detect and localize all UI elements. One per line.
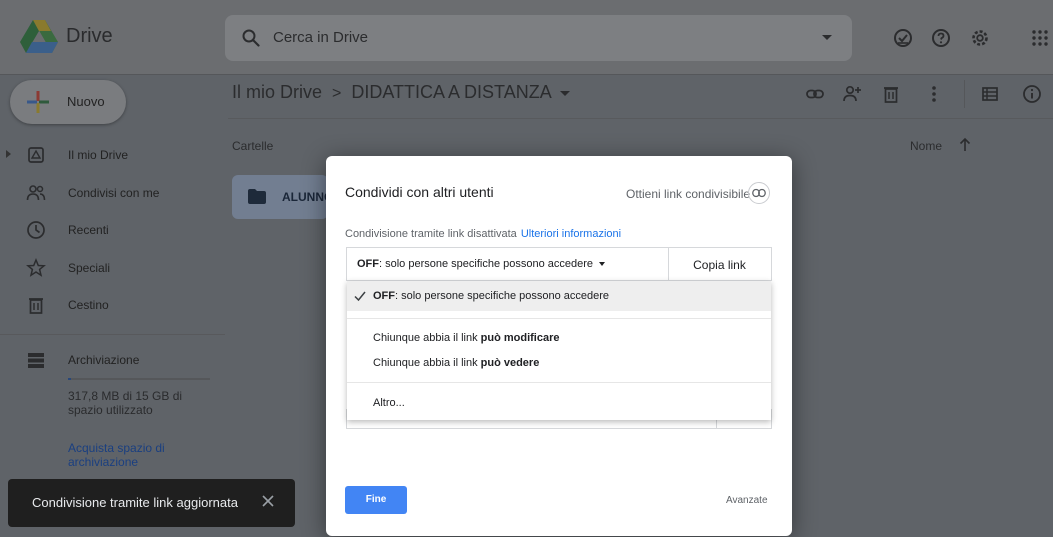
toolbar-divider bbox=[964, 80, 965, 108]
done-button[interactable]: Fine bbox=[345, 486, 407, 514]
top-bar: Drive Cerca in Drive bbox=[0, 0, 1053, 75]
breadcrumb-caret-icon[interactable] bbox=[559, 90, 570, 96]
folder-item[interactable]: ALUNNO bbox=[232, 175, 333, 219]
sidebar-item-recent[interactable]: Recenti bbox=[0, 213, 225, 247]
breadcrumb-current[interactable]: DIDATTICA A DISTANZA bbox=[351, 82, 551, 102]
menu-item-off[interactable]: OFF: solo persone specifiche possono acc… bbox=[347, 281, 771, 311]
menu-divider bbox=[347, 382, 771, 383]
snackbar-toast: Condivisione tramite link aggiornata bbox=[8, 479, 295, 527]
link-access-selected-rest: : solo persone specifiche possono accede… bbox=[379, 258, 594, 270]
drive-page: Drive Cerca in Drive Nuovo Il mio Drive … bbox=[0, 0, 1053, 537]
menu-item-off-rest: : solo persone specifiche possono accede… bbox=[395, 290, 610, 302]
menu-item-anyone-can-edit[interactable]: Chiunque abbia il link può modificare bbox=[347, 326, 771, 352]
sort-ascending-arrow-icon[interactable] bbox=[958, 136, 972, 152]
sidebar-item-shared-with-me[interactable]: Condivisi con me bbox=[0, 176, 225, 210]
sidebar-item-my-drive[interactable]: Il mio Drive bbox=[0, 138, 225, 172]
my-drive-icon bbox=[28, 147, 44, 163]
list-view-icon[interactable] bbox=[980, 84, 1000, 104]
plus-icon bbox=[27, 91, 49, 113]
breadcrumb-root[interactable]: Il mio Drive bbox=[232, 82, 322, 102]
sort-by-name[interactable]: Nome bbox=[910, 139, 942, 153]
link-access-menu: OFF: solo persone specifiche possono acc… bbox=[347, 281, 771, 420]
new-button-label: Nuovo bbox=[67, 94, 105, 109]
search-placeholder[interactable]: Cerca in Drive bbox=[273, 29, 368, 46]
storage-usage-bar bbox=[68, 378, 210, 380]
breadcrumb: Il mio Drive > DIDATTICA A DISTANZA bbox=[232, 82, 570, 103]
star-icon bbox=[26, 258, 46, 277]
menu-item-view-prefix: Chiunque abbia il link bbox=[373, 357, 481, 369]
link-icon[interactable] bbox=[805, 84, 825, 104]
copy-link-label: Copia link bbox=[693, 258, 746, 272]
storage-label: Archiviazione bbox=[68, 353, 140, 367]
clock-icon bbox=[27, 221, 45, 239]
search-icon[interactable] bbox=[241, 28, 261, 48]
more-info-link[interactable]: Ulteriori informazioni bbox=[521, 228, 621, 240]
menu-divider bbox=[347, 318, 771, 319]
offline-check-icon[interactable] bbox=[893, 28, 913, 48]
shared-people-icon bbox=[26, 185, 46, 201]
sidebar-item-trash[interactable]: Cestino bbox=[0, 288, 225, 322]
link-access-dropdown[interactable]: OFF: solo persone specifiche possono acc… bbox=[347, 248, 669, 280]
header-separator bbox=[228, 118, 1053, 119]
get-link-button[interactable] bbox=[748, 182, 770, 204]
link-sharing-status: Condivisione tramite link disattivata Ult… bbox=[345, 228, 621, 240]
folder-icon bbox=[248, 189, 266, 204]
sidebar-item-label: Recenti bbox=[68, 223, 109, 237]
sidebar-item-label: Cestino bbox=[68, 298, 109, 312]
expand-arrow-icon[interactable] bbox=[6, 150, 11, 158]
more-vert-icon[interactable] bbox=[924, 84, 944, 104]
trash-icon bbox=[29, 298, 43, 314]
apps-grid-icon[interactable] bbox=[1030, 28, 1050, 48]
link-access-row: OFF: solo persone specifiche possono acc… bbox=[346, 247, 772, 281]
menu-item-off-bold: OFF bbox=[373, 290, 395, 302]
menu-item-anyone-can-view[interactable]: Chiunque abbia il link può vedere bbox=[347, 352, 771, 378]
storage-icon bbox=[28, 353, 44, 368]
trash-icon[interactable] bbox=[881, 84, 901, 104]
help-icon[interactable] bbox=[931, 28, 951, 48]
advanced-link[interactable]: Avanzate bbox=[726, 495, 768, 506]
sidebar-item-label: Condivisi con me bbox=[68, 186, 160, 200]
menu-item-label: Chiunque abbia il link può vedere bbox=[373, 357, 539, 369]
menu-item-other[interactable]: Altro... bbox=[347, 387, 771, 417]
link-sharing-status-text: Condivisione tramite link disattivata bbox=[345, 228, 517, 240]
sidebar-divider bbox=[0, 334, 225, 335]
link-access-selected-bold: OFF bbox=[357, 258, 379, 270]
info-icon[interactable] bbox=[1022, 84, 1042, 104]
menu-item-view-bold: può vedere bbox=[480, 357, 540, 369]
sidebar-item-starred[interactable]: Speciali bbox=[0, 251, 225, 285]
sidebar-item-storage[interactable]: Archiviazione bbox=[0, 343, 225, 377]
copy-link-button[interactable]: Copia link bbox=[668, 248, 771, 280]
menu-item-edit-bold: può modificare bbox=[480, 332, 560, 344]
checkmark-icon bbox=[354, 291, 366, 302]
storage-usage-fill bbox=[68, 378, 71, 380]
drive-logo-icon[interactable] bbox=[20, 20, 58, 54]
search-options-caret-icon[interactable] bbox=[822, 35, 832, 40]
close-icon[interactable] bbox=[262, 495, 274, 507]
add-person-icon[interactable] bbox=[842, 84, 862, 104]
menu-item-label: Altro... bbox=[373, 397, 405, 409]
done-button-label: Fine bbox=[365, 494, 387, 505]
share-dialog: Condividi con altri utenti Ottieni link … bbox=[326, 156, 792, 536]
get-shareable-link[interactable]: Ottieni link condivisibile bbox=[626, 187, 750, 201]
brand-name[interactable]: Drive bbox=[66, 25, 113, 48]
sidebar-item-label: Speciali bbox=[68, 261, 111, 275]
dialog-title: Condividi con altri utenti bbox=[345, 184, 494, 200]
breadcrumb-separator: > bbox=[332, 85, 342, 102]
buy-storage-link[interactable]: Acquista spazio di archiviazione bbox=[68, 441, 218, 469]
new-button[interactable]: Nuovo bbox=[10, 80, 126, 124]
link-icon bbox=[752, 188, 766, 198]
settings-gear-icon[interactable] bbox=[970, 28, 990, 48]
sidebar-item-label: Il mio Drive bbox=[68, 148, 129, 162]
menu-item-label: OFF: solo persone specifiche possono acc… bbox=[373, 290, 609, 302]
storage-usage-text: 317,8 MB di 15 GB di spazio utilizzato bbox=[68, 389, 183, 417]
search-bar[interactable]: Cerca in Drive bbox=[225, 15, 852, 61]
toast-message: Condivisione tramite link aggiornata bbox=[32, 495, 238, 510]
link-access-selected: OFF: solo persone specifiche possono acc… bbox=[357, 258, 606, 270]
menu-item-label: Chiunque abbia il link può modificare bbox=[373, 332, 559, 344]
folders-section-label: Cartelle bbox=[232, 139, 274, 153]
menu-item-edit-prefix: Chiunque abbia il link bbox=[373, 332, 481, 344]
dropdown-caret-icon bbox=[599, 262, 606, 267]
